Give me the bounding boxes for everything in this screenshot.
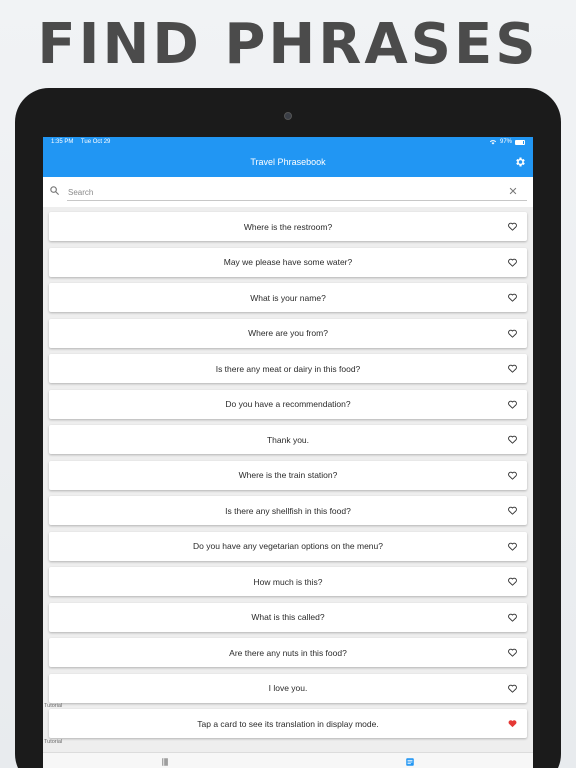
search-icon bbox=[50, 186, 60, 196]
phrase-text: Do you have any vegetarian options on th… bbox=[193, 541, 383, 551]
phrase-list: Where is the restroom? May we please have… bbox=[43, 207, 533, 745]
app-title: Travel Phrasebook bbox=[250, 157, 326, 167]
phrase-text: Do you have a recommendation? bbox=[225, 399, 351, 409]
heart-icon[interactable] bbox=[507, 505, 518, 516]
heart-icon[interactable] bbox=[507, 683, 518, 694]
heart-icon[interactable] bbox=[507, 612, 518, 623]
phrase-card[interactable]: Where is the train station? bbox=[49, 460, 527, 490]
phrase-card[interactable]: Do you have any vegetarian options on th… bbox=[49, 531, 527, 561]
phrase-text: Is there any shellfish in this food? bbox=[225, 505, 351, 516]
phrase-text: Thank you. bbox=[266, 434, 310, 445]
phrase-card[interactable]: How much is this? bbox=[49, 567, 527, 596]
bottom-nav bbox=[43, 752, 533, 768]
phrase-card[interactable]: May we please have some water? bbox=[49, 247, 527, 277]
battery-icon bbox=[515, 139, 525, 145]
status-time: 1:35 PM bbox=[51, 139, 74, 145]
app-screen: 1:35 PM Tue Oct 29 97% Travel Phrasebook bbox=[43, 137, 533, 768]
heart-icon[interactable] bbox=[507, 434, 518, 445]
heart-icon[interactable] bbox=[507, 541, 518, 552]
phrase-card[interactable]: Are there any nuts in this food? bbox=[49, 638, 527, 667]
heart-icon[interactable] bbox=[507, 221, 518, 232]
heart-icon[interactable] bbox=[507, 470, 518, 481]
heart-icon[interactable] bbox=[507, 328, 518, 339]
tab-list-icon[interactable] bbox=[405, 757, 415, 767]
phrase-card[interactable]: Thank you. bbox=[49, 425, 527, 454]
section-label-tutorial-2: Tutorial bbox=[44, 738, 63, 745]
phrase-card[interactable]: Do you have a recommendation? bbox=[49, 389, 527, 419]
phrase-text: What is this called? bbox=[251, 612, 325, 622]
search-bar bbox=[43, 177, 533, 207]
gear-icon[interactable] bbox=[514, 156, 526, 168]
phrase-text: How much is this? bbox=[253, 576, 323, 587]
heart-icon[interactable] bbox=[507, 292, 518, 303]
close-icon[interactable] bbox=[508, 186, 518, 196]
wifi-icon bbox=[489, 140, 497, 145]
phrase-text: Where are you from? bbox=[248, 328, 328, 338]
heart-icon[interactable] bbox=[507, 576, 518, 587]
phrase-card[interactable]: What is your name? bbox=[49, 283, 527, 312]
phrase-card[interactable]: Is there any meat or dairy in this food? bbox=[49, 354, 527, 383]
phrase-card[interactable]: Where are you from? bbox=[49, 318, 527, 348]
phrase-text: Is there any meat or dairy in this food? bbox=[215, 363, 361, 374]
camera-icon bbox=[284, 112, 292, 120]
heart-icon[interactable] bbox=[507, 399, 518, 410]
phrase-card[interactable]: I love you. bbox=[49, 673, 527, 703]
status-date: Tue Oct 29 bbox=[80, 139, 111, 145]
battery-percent: 97% bbox=[499, 139, 512, 145]
phrase-card[interactable]: Where is the restroom? bbox=[49, 212, 527, 241]
search-input[interactable] bbox=[67, 184, 527, 201]
tutorial-card[interactable]: Tap a card to see its translation in dis… bbox=[49, 709, 527, 738]
heart-icon[interactable] bbox=[507, 647, 518, 658]
phrase-text: Where is the restroom? bbox=[243, 221, 333, 232]
phrase-text: I love you. bbox=[268, 683, 308, 693]
phrase-card[interactable]: What is this called? bbox=[49, 602, 527, 632]
app-bar: 1:35 PM Tue Oct 29 97% Travel Phrasebook bbox=[43, 137, 533, 177]
phrase-card[interactable]: Is there any shellfish in this food? bbox=[49, 496, 527, 525]
heart-icon[interactable] bbox=[507, 257, 518, 268]
heart-icon[interactable] bbox=[507, 363, 518, 374]
headline: FIND PHRASES bbox=[37, 12, 539, 77]
phrase-text: Are there any nuts in this food? bbox=[229, 647, 347, 658]
phrase-text: Where is the train station? bbox=[238, 470, 338, 480]
tab-phrasebook-icon[interactable] bbox=[160, 757, 170, 767]
tutorial-text: Tap a card to see its translation in dis… bbox=[197, 718, 379, 729]
heart-filled-icon[interactable] bbox=[507, 718, 518, 729]
phrase-text: What is your name? bbox=[250, 292, 326, 303]
phrase-text: May we please have some water? bbox=[223, 257, 353, 267]
status-bar: 1:35 PM Tue Oct 29 97% bbox=[51, 139, 525, 149]
